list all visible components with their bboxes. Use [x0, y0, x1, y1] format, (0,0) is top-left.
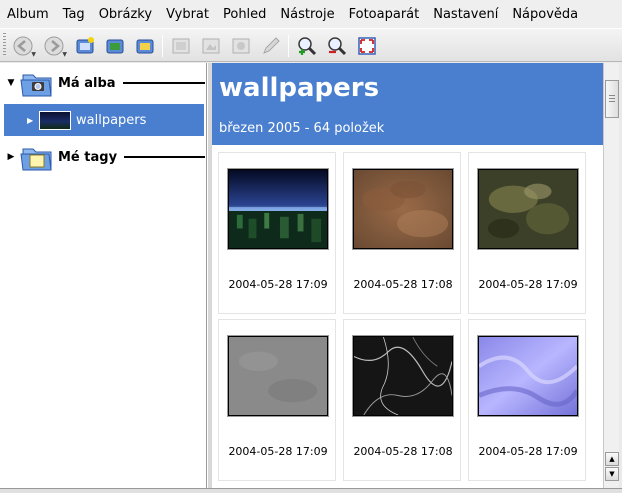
thumbnail-date: 2004-05-28 17:09 — [478, 278, 578, 291]
tree-header-rule — [124, 156, 205, 158]
back-dropdown-icon[interactable]: ▼ — [31, 51, 36, 58]
new-album-icon — [76, 37, 94, 54]
thumbnail-item[interactable]: 2004-05-28 17:08 — [343, 152, 461, 314]
thumbnail-item[interactable]: 2004-05-28 17:09 — [468, 319, 586, 481]
scrollbar-thumb[interactable] — [605, 80, 619, 118]
menu-album[interactable]: Album — [7, 7, 49, 22]
thumbnail-image — [477, 168, 579, 250]
delete-album-icon — [136, 39, 154, 54]
image-view-icon — [172, 38, 190, 54]
menu-select[interactable]: Vybrat — [166, 7, 209, 22]
tree-item-label: wallpapers — [76, 112, 147, 128]
status-bar — [0, 488, 622, 493]
view-image-button[interactable] — [168, 33, 194, 59]
forward-button[interactable]: ▼ — [41, 33, 67, 59]
forward-dropdown-icon[interactable]: ▼ — [62, 51, 67, 58]
thumbnail-date: 2004-05-28 17:09 — [228, 445, 328, 458]
tree-label-my-tags: Mé tagy — [58, 149, 118, 165]
menu-help[interactable]: Nápověda — [512, 7, 578, 22]
fullscreen-icon — [358, 37, 376, 55]
delete-album-button[interactable] — [132, 33, 158, 59]
tree-header-rule — [123, 82, 205, 84]
album-properties-button[interactable] — [102, 33, 128, 59]
toolbar-separator — [288, 35, 289, 57]
thumbnail-item[interactable]: 2004-05-28 17:09 — [218, 152, 336, 314]
thumbnail-item[interactable]: 2004-05-28 17:09 — [468, 152, 586, 314]
menu-view[interactable]: Pohled — [223, 7, 266, 22]
collapse-arrow-icon[interactable]: ▼ — [6, 78, 16, 88]
thumbnail-date: 2004-05-28 17:09 — [228, 278, 328, 291]
zoom-out-button[interactable] — [324, 33, 350, 59]
toolbar-separator — [162, 35, 163, 57]
vertical-scrollbar[interactable]: ▲ ▼ — [603, 63, 619, 488]
tree-node-my-tags[interactable]: ▶ Mé tagy — [0, 139, 207, 175]
thumbnail-item[interactable]: 2004-05-28 17:09 — [218, 319, 336, 481]
thumbnail-image — [227, 335, 329, 417]
expand-arrow-icon[interactable]: ▶ — [6, 152, 16, 162]
arrow-down-icon: ▼ — [609, 470, 615, 478]
toolbar-grip[interactable] — [3, 33, 6, 57]
menu-settings[interactable]: Nastavení — [433, 7, 498, 22]
expand-arrow-icon[interactable]: ▶ — [27, 116, 33, 125]
tree-node-my-albums[interactable]: ▼ Má alba — [0, 65, 207, 101]
toolbar: ▼ ▼ — [0, 28, 622, 62]
album-title: wallpapers — [219, 73, 380, 103]
image-properties-icon — [202, 38, 220, 54]
album-thumbnail — [39, 111, 71, 130]
thumbnail-image — [352, 168, 454, 250]
fullscreen-button[interactable] — [354, 33, 380, 59]
menu-tag[interactable]: Tag — [63, 7, 85, 22]
image-properties-button[interactable] — [198, 33, 224, 59]
edit-icon — [263, 37, 280, 54]
zoom-out-icon — [328, 37, 347, 56]
thumbnail-date: 2004-05-28 17:08 — [353, 445, 453, 458]
thumbnail-image — [352, 335, 454, 417]
tree-label-my-albums: Má alba — [58, 75, 116, 91]
menu-tools[interactable]: Nástroje — [280, 7, 334, 22]
album-folder-icon — [20, 74, 52, 97]
edit-button[interactable] — [258, 33, 284, 59]
thumbnail-date: 2004-05-28 17:09 — [478, 445, 578, 458]
album-tree-panel: ▼ Má alba ▶ wallpapers ▶ Mé tagy — [0, 63, 207, 488]
delete-image-button[interactable] — [228, 33, 254, 59]
menu-camera[interactable]: Fotoaparát — [349, 7, 420, 22]
album-subtitle: březen 2005 - 64 položek — [219, 121, 385, 136]
back-button[interactable]: ▼ — [10, 33, 36, 59]
menu-images[interactable]: Obrázky — [99, 7, 152, 22]
thumbnail-image — [227, 168, 329, 250]
thumbnail-view: wallpapers březen 2005 - 64 položek 2004… — [212, 63, 603, 488]
tag-folder-icon — [20, 148, 52, 171]
thumbnail-item[interactable]: 2004-05-28 17:08 — [343, 319, 461, 481]
zoom-in-icon — [298, 37, 317, 56]
image-delete-icon — [232, 38, 250, 54]
thumbnail-date: 2004-05-28 17:08 — [353, 278, 453, 291]
menubar: Album Tag Obrázky Vybrat Pohled Nástroje… — [0, 0, 622, 28]
new-album-button[interactable] — [72, 33, 98, 59]
zoom-in-button[interactable] — [294, 33, 320, 59]
scroll-down-button[interactable]: ▼ — [605, 467, 619, 481]
thumbnail-image — [477, 335, 579, 417]
arrow-up-icon: ▲ — [609, 455, 615, 463]
album-properties-icon — [106, 39, 124, 54]
scroll-up-button[interactable]: ▲ — [605, 452, 619, 466]
tree-item-wallpapers[interactable]: ▶ wallpapers — [4, 104, 204, 136]
album-header-banner: wallpapers březen 2005 - 64 položek — [212, 63, 603, 145]
